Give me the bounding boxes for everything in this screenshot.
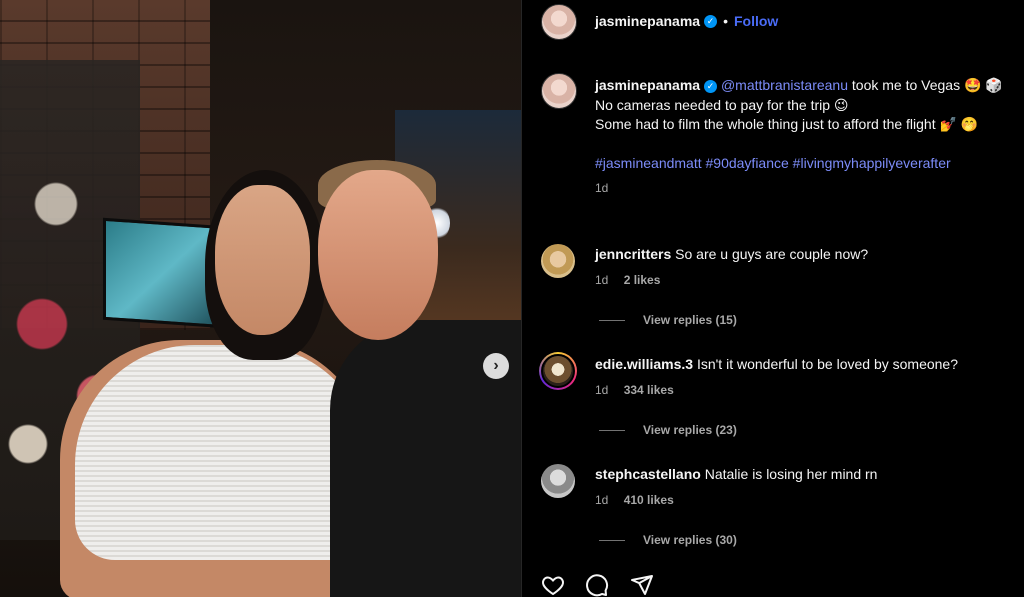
comment-time[interactable]: 1d bbox=[595, 493, 608, 507]
carousel-next-button[interactable]: › bbox=[483, 353, 509, 379]
replies-divider-line bbox=[599, 540, 625, 542]
caption-author-username[interactable]: jasminepanama bbox=[595, 77, 700, 93]
caption-text-1: took me to Vegas 🤩 🎲 bbox=[848, 77, 1003, 93]
post-side-panel: jasminepanama ✓ • Follow jasminepanama ✓ @ma… bbox=[521, 0, 1024, 597]
caption-text-3: Some had to film the whole thing just to… bbox=[595, 116, 979, 132]
post-header: jasminepanama ✓ • Follow bbox=[522, 0, 1024, 44]
comment-icon[interactable] bbox=[584, 573, 610, 597]
comment-avatar-edie[interactable] bbox=[539, 352, 577, 390]
comment-text: Isn't it wonderful to be loved by someon… bbox=[696, 356, 959, 372]
comment-meta: 1d 410 likes bbox=[595, 493, 1015, 507]
comment-item: jenncritters So are u guys are couple no… bbox=[595, 246, 1015, 287]
comment-likes[interactable]: 334 likes bbox=[624, 383, 674, 397]
separator-dot: • bbox=[723, 13, 728, 29]
view-replies-label[interactable]: View replies (30) bbox=[643, 533, 737, 547]
comment-time[interactable]: 1d bbox=[595, 383, 608, 397]
verified-icon: ✓ bbox=[704, 79, 718, 93]
comment-username[interactable]: edie.williams.3 bbox=[595, 356, 693, 372]
comment-meta: 1d 334 likes bbox=[595, 383, 1015, 397]
comment-text: Natalie is losing her mind rn bbox=[704, 466, 878, 482]
woman-face bbox=[215, 185, 310, 335]
comment-text: So are u guys are couple now? bbox=[675, 246, 869, 262]
share-icon[interactable] bbox=[629, 573, 655, 597]
comment-likes[interactable]: 2 likes bbox=[624, 273, 661, 287]
avatar-image bbox=[541, 354, 575, 388]
comment-avatar-steph[interactable] bbox=[541, 464, 575, 498]
caption-text-2: No cameras needed to pay for the trip 😉 bbox=[595, 96, 849, 113]
replies-divider-line bbox=[599, 320, 625, 322]
caption-timestamp[interactable]: 1d bbox=[595, 179, 1020, 199]
caption-mention-link[interactable]: @mattbranistareanu bbox=[721, 77, 848, 93]
comment-meta: 1d 2 likes bbox=[595, 273, 1015, 287]
comment-avatar-jenncritters[interactable] bbox=[541, 244, 575, 278]
comment-likes[interactable]: 410 likes bbox=[624, 493, 674, 507]
author-username[interactable]: jasminepanama bbox=[595, 13, 700, 29]
view-replies-button[interactable]: View replies (23) bbox=[599, 423, 737, 437]
woman-white-top bbox=[75, 345, 370, 560]
view-replies-label[interactable]: View replies (15) bbox=[643, 313, 737, 327]
comment-item: stephcastellano Natalie is losing her mi… bbox=[595, 466, 1015, 507]
verified-icon: ✓ bbox=[704, 15, 718, 29]
view-replies-button[interactable]: View replies (15) bbox=[599, 313, 737, 327]
post-caption: jasminepanama ✓ @mattbranistareanu took m… bbox=[595, 76, 1020, 199]
comment-time[interactable]: 1d bbox=[595, 273, 608, 287]
comment-username[interactable]: stephcastellano bbox=[595, 466, 701, 482]
post-photo[interactable]: › bbox=[0, 0, 521, 597]
caption-author-avatar[interactable] bbox=[541, 73, 577, 109]
comment-item: edie.williams.3 Isn't it wonderful to be… bbox=[595, 356, 1015, 397]
author-avatar[interactable] bbox=[541, 4, 577, 40]
follow-button[interactable]: Follow bbox=[734, 13, 778, 29]
caption-line-1: jasminepanama ✓ @mattbranistareanu took m… bbox=[595, 76, 1020, 96]
view-replies-label[interactable]: View replies (23) bbox=[643, 423, 737, 437]
comment-username[interactable]: jenncritters bbox=[595, 246, 671, 262]
caption-hashtags[interactable]: #jasmineandmatt #90dayfiance #livingmyha… bbox=[595, 154, 1020, 174]
replies-divider-line bbox=[599, 430, 625, 432]
man-face bbox=[318, 170, 438, 340]
heart-icon[interactable] bbox=[540, 573, 566, 597]
view-replies-button[interactable]: View replies (30) bbox=[599, 533, 737, 547]
header-user-line: jasminepanama ✓ • Follow bbox=[595, 13, 778, 31]
post-action-bar bbox=[540, 573, 669, 597]
